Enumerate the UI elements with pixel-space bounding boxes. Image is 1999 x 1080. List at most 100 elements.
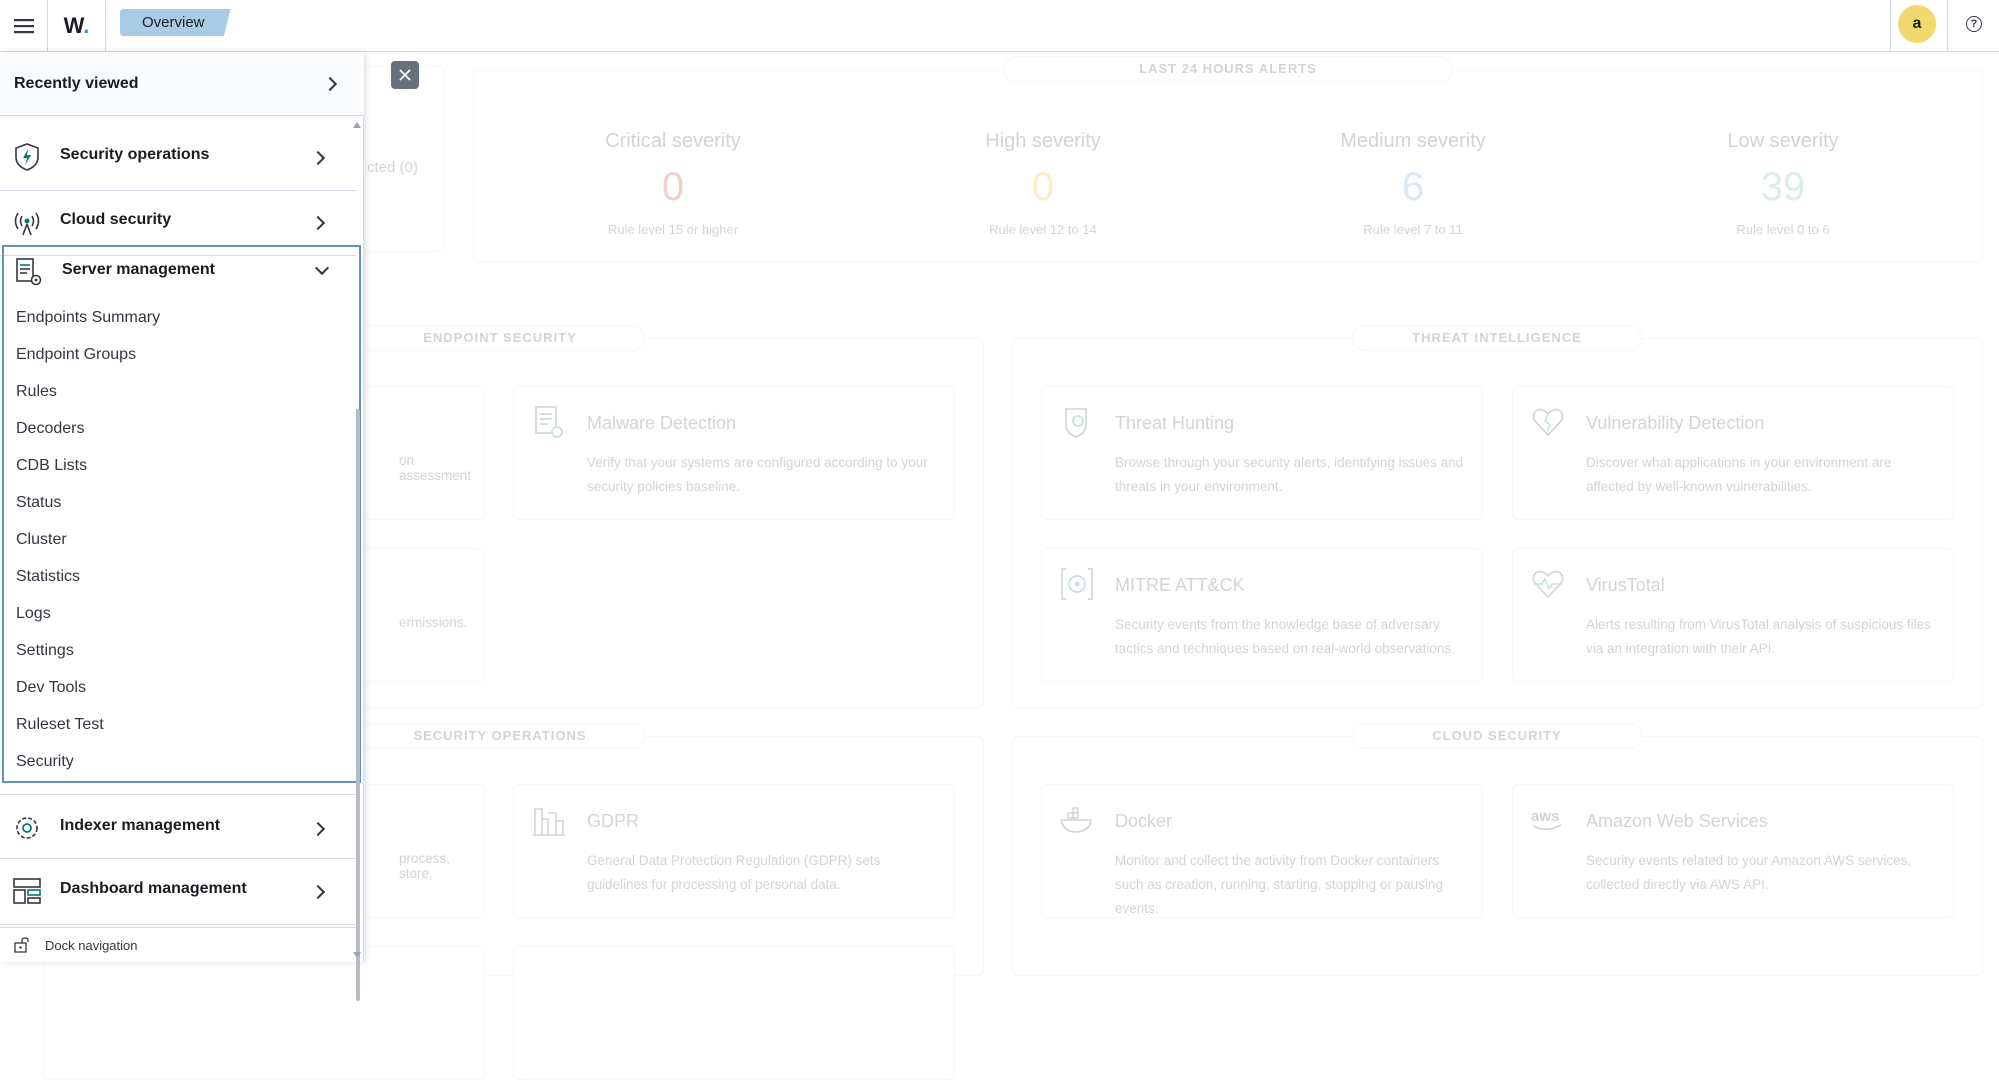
nav-sub-rules[interactable]: Rules	[16, 383, 57, 401]
severity-rule: Rule level 15 or higher	[607, 222, 739, 237]
nav-sub-cluster[interactable]: Cluster	[16, 531, 67, 549]
close-icon	[399, 69, 411, 81]
nav-label: Server management	[62, 261, 215, 278]
card-fragment: process, store,	[399, 851, 451, 881]
card-title: MITRE ATT&CK	[1115, 575, 1245, 595]
card-description: Verify that your systems are configured …	[587, 455, 928, 494]
card-description: General Data Protection Regulation (GDPR…	[587, 853, 881, 892]
low-severity-stat[interactable]: Low severity 39 Rule level 0 to 6	[1653, 130, 1913, 237]
card-title: Malware Detection	[587, 413, 737, 433]
card-gdpr[interactable]: GDPR General Data Protection Regulation …	[513, 784, 955, 918]
logo-dot: .	[83, 12, 90, 38]
nav-sub-statistics[interactable]: Statistics	[16, 568, 80, 586]
card-title: VirusTotal	[1586, 575, 1665, 595]
nav-sub-logs[interactable]: Logs	[16, 605, 51, 623]
card-lower-left-a[interactable]	[43, 946, 485, 1080]
security-operations-title: SECURITY OPERATIONS	[355, 723, 645, 749]
nav-label: Cloud security	[60, 211, 172, 228]
nav-label: Indexer management	[60, 817, 221, 834]
menu-toggle-button[interactable]	[0, 0, 48, 51]
nav-label: Security operations	[60, 146, 210, 163]
endpoint-security-title: ENDPOINT SECURITY	[355, 325, 645, 351]
severity-count: 0	[1031, 165, 1055, 209]
severity-label: High severity	[985, 130, 1101, 152]
recently-viewed-label: Recently viewed	[14, 74, 139, 92]
nav-label: Dashboard management	[60, 880, 247, 897]
card-title: Docker	[1115, 811, 1173, 831]
recently-viewed-toggle[interactable]: Recently viewed	[0, 52, 364, 116]
chevron-right-icon	[310, 821, 326, 837]
header-divider	[1947, 0, 1948, 51]
card-aws[interactable]: aws Amazon Web Services Security events …	[1512, 784, 1954, 918]
document-gear-icon	[535, 406, 563, 438]
wazuh-logo: W.	[63, 12, 90, 38]
nav-dashboard-management[interactable]: Dashboard management	[0, 860, 356, 925]
nav-server-management-group: Server management Endpoints Summary Endp…	[2, 245, 361, 783]
dock-navigation-button[interactable]: Dock navigation	[0, 927, 356, 962]
card-lower-left-b[interactable]	[513, 946, 955, 1080]
header-divider	[1890, 0, 1891, 51]
card-description: Alerts resulting from VirusTotal analysi…	[1586, 617, 1931, 656]
nav-sub-dev-tools[interactable]: Dev Tools	[16, 679, 86, 697]
card-vulnerability-detection[interactable]: Vulnerability Detection Discover what ap…	[1512, 386, 1954, 520]
document-gear-icon	[16, 258, 42, 286]
card-mitre-attack[interactable]: MITRE ATT&CK Security events from the kn…	[1041, 548, 1483, 682]
top-header: W. Overview a ?	[0, 0, 1999, 52]
card-title: Vulnerability Detection	[1586, 413, 1765, 433]
nav-indexer-management[interactable]: Indexer management	[0, 794, 356, 859]
card-fragment: on assessment	[399, 453, 472, 483]
card-virustotal[interactable]: VirusTotal Alerts resulting from VirusTo…	[1512, 548, 1954, 682]
card-title: Threat Hunting	[1115, 413, 1235, 433]
high-severity-stat[interactable]: High severity 0 Rule level 12 to 14	[913, 130, 1173, 237]
home-logo-link[interactable]: W.	[48, 0, 106, 51]
card-threat-hunting[interactable]: Threat Hunting Browse through your secur…	[1041, 386, 1483, 520]
dock-navigation-label: Dock navigation	[45, 938, 138, 953]
columns-icon	[533, 808, 565, 836]
nav-sub-endpoint-groups[interactable]: Endpoint Groups	[16, 346, 136, 364]
severity-count: 39	[1760, 165, 1806, 209]
severity-count: 6	[1401, 165, 1425, 209]
nav-security-operations[interactable]: Security operations	[0, 126, 356, 191]
help-icon[interactable]: ?	[1966, 16, 1982, 32]
nav-sub-endpoints-summary[interactable]: Endpoints Summary	[16, 309, 160, 327]
nav-server-management[interactable]: Server management	[4, 247, 359, 297]
cloud-security-title: CLOUD SECURITY	[1352, 723, 1642, 749]
target-icon	[1061, 568, 1093, 600]
shield-search-icon	[1065, 408, 1087, 438]
chevron-right-icon	[310, 215, 326, 231]
card-title: GDPR	[587, 811, 640, 831]
broken-heart-icon	[1532, 408, 1564, 437]
nav-sub-cdb-lists[interactable]: CDB Lists	[16, 457, 87, 475]
severity-rule: Rule level 12 to 14	[989, 222, 1097, 237]
severity-count: 0	[661, 165, 685, 209]
close-nav-button[interactable]	[391, 61, 419, 89]
nav-sub-decoders[interactable]: Decoders	[16, 420, 84, 438]
card-description: Browse through your security alerts, ide…	[1115, 455, 1464, 494]
docker-icon	[1059, 807, 1092, 833]
card-description: Monitor and collect the activity from Do…	[1115, 853, 1443, 916]
card-malware-detection[interactable]: Malware Detection Verify that your syste…	[513, 386, 955, 520]
dashboard-layout-icon	[13, 878, 41, 904]
side-navigation: Recently viewed Security operations Clou…	[0, 52, 364, 1001]
medium-severity-stat[interactable]: Medium severity 6 Rule level 7 to 11	[1283, 130, 1543, 237]
card-fragment: ermissions.	[399, 615, 468, 630]
aws-icon: aws	[1531, 808, 1562, 831]
nav-sub-settings[interactable]: Settings	[16, 642, 74, 660]
nav-scrollbar-thumb[interactable]	[356, 409, 360, 1001]
nav-sub-status[interactable]: Status	[16, 494, 61, 512]
agents-disconnected-text: cted (0)	[367, 159, 418, 176]
nav-sub-ruleset-test[interactable]: Ruleset Test	[16, 716, 104, 734]
critical-severity-stat[interactable]: Critical severity 0 Rule level 15 or hig…	[543, 130, 803, 237]
chevron-right-icon	[310, 150, 326, 166]
user-avatar-button[interactable]: a	[1898, 5, 1936, 43]
nav-sub-security[interactable]: Security	[16, 753, 74, 771]
gear-icon	[16, 817, 38, 839]
scroll-down-arrow[interactable]	[353, 952, 361, 958]
severity-rule: Rule level 7 to 11	[1363, 222, 1463, 237]
hamburger-icon	[13, 18, 34, 33]
scroll-up-arrow[interactable]	[353, 122, 361, 128]
heartbeat-icon	[1532, 570, 1564, 599]
severity-label: Low severity	[1727, 130, 1839, 152]
card-docker[interactable]: Docker Monitor and collect the activity …	[1041, 784, 1483, 918]
breadcrumb-overview[interactable]: Overview	[120, 9, 231, 36]
